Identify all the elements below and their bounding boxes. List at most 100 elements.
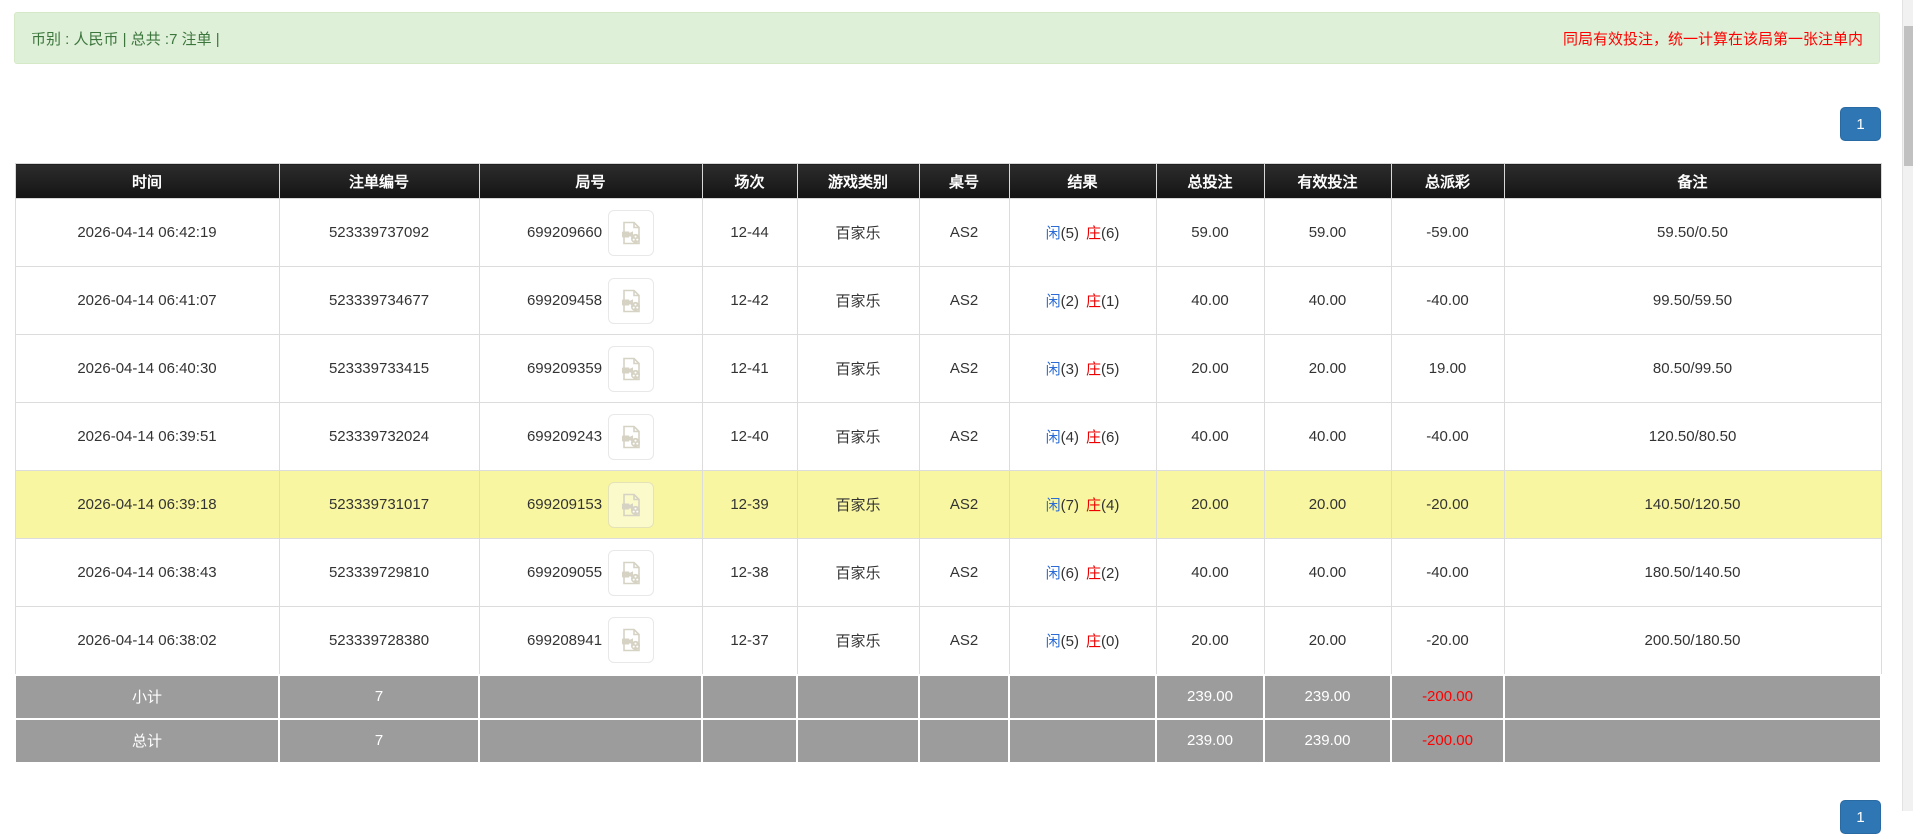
bet-time: 2026-04-14 06:40:30 (14, 334, 280, 403)
result-cell: 闲(5) 庄(6) (1008, 198, 1157, 267)
col-header-payout: 总派彩 (1390, 163, 1505, 199)
result-player-label: 闲 (1045, 225, 1061, 242)
bet-record-row: 2026-04-14 06:41:07 523339734677 6992094… (14, 266, 1882, 335)
round-id-cell: 699209660 (478, 198, 703, 267)
table-number: AS2 (918, 402, 1010, 471)
bet-time: 2026-04-14 06:38:02 (14, 606, 280, 675)
session-number: 12-44 (701, 198, 798, 267)
result-cell: 闲(7) 庄(4) (1008, 470, 1157, 539)
bet-record-row: 2026-04-14 06:39:51 523339732024 6992092… (14, 402, 1882, 471)
total-valid-bet: 239.00 (1263, 717, 1392, 764)
subtotal-count: 7 (278, 673, 480, 720)
valid-bet: 40.00 (1263, 266, 1392, 335)
valid-bet: 20.00 (1263, 606, 1392, 675)
total-bet-link[interactable]: 20.00 (1155, 470, 1265, 539)
video-replay-icon (622, 628, 641, 652)
scrollbar-thumb[interactable] (1904, 26, 1913, 166)
remark: 140.50/120.50 (1503, 470, 1882, 539)
result-player-score: (2) (1060, 293, 1079, 310)
total-bet-link[interactable]: 40.00 (1155, 538, 1265, 607)
video-replay-button[interactable] (608, 481, 655, 528)
result-player-label: 闲 (1045, 565, 1061, 582)
round-id-cell: 699209359 (478, 334, 703, 403)
total-count: 7 (278, 717, 480, 764)
bet-record-row: 2026-04-14 06:38:43 523339729810 6992090… (14, 538, 1882, 607)
payout-amount: -40.00 (1390, 266, 1505, 335)
subtotal-valid-bet: 239.00 (1263, 673, 1392, 720)
round-id: 699209055 (526, 564, 603, 581)
valid-bet: 59.00 (1263, 198, 1392, 267)
table-number: AS2 (918, 538, 1010, 607)
game-type: 百家乐 (796, 334, 920, 403)
table-number: AS2 (918, 198, 1010, 267)
result-player-label: 闲 (1045, 632, 1061, 650)
video-replay-button[interactable] (608, 413, 655, 460)
result-player-score: (5) (1060, 632, 1079, 650)
table-number: AS2 (918, 266, 1010, 335)
result-player-score: (5) (1060, 225, 1079, 242)
total-payout: -200.00 (1390, 717, 1505, 764)
total-total-bet: 239.00 (1155, 717, 1265, 764)
result-cell: 闲(2) 庄(1) (1008, 266, 1157, 335)
result-cell: 闲(4) 庄(6) (1008, 402, 1157, 471)
col-header-round-id: 局号 (478, 163, 703, 199)
video-replay-button[interactable] (608, 617, 655, 664)
game-type: 百家乐 (796, 606, 920, 675)
subtotal-payout: -200.00 (1390, 673, 1505, 720)
result-banker-label: 庄 (1086, 361, 1102, 378)
result-banker-label: 庄 (1086, 225, 1102, 242)
payout-amount: -40.00 (1390, 538, 1505, 607)
bet-record-row: 2026-04-14 06:42:19 523339737092 6992096… (14, 198, 1882, 267)
currency-summary-text: 币别 : 人民币 | 总共 :7 注单 | (31, 30, 220, 48)
payout-amount: 19.00 (1390, 334, 1505, 403)
round-id: 699209660 (526, 224, 603, 241)
video-replay-button[interactable] (608, 209, 655, 256)
total-bet-link[interactable]: 20.00 (1155, 334, 1265, 403)
video-replay-button[interactable] (608, 549, 655, 596)
bet-record-row: 2026-04-14 06:40:30 523339733415 6992093… (14, 334, 1882, 403)
subtotal-label: 小计 (14, 673, 280, 720)
total-bet-link[interactable]: 20.00 (1155, 606, 1265, 675)
total-bet-link[interactable]: 40.00 (1155, 266, 1265, 335)
round-id: 699208941 (526, 631, 603, 649)
remark: 180.50/140.50 (1503, 538, 1882, 607)
video-replay-icon (622, 221, 641, 244)
pagination-page-1-bottom[interactable]: 1 (1840, 800, 1881, 834)
table-number: AS2 (918, 334, 1010, 403)
pagination-page-1-top[interactable]: 1 (1840, 107, 1881, 141)
result-banker-score: (6) (1101, 225, 1120, 242)
round-id-cell: 699208941 (478, 606, 703, 675)
session-number: 12-39 (701, 470, 798, 539)
subtotal-row: 小计 7 239.00 239.00 -200.00 (14, 673, 1882, 720)
bet-id: 523339729810 (278, 538, 480, 607)
video-replay-icon (622, 357, 641, 380)
video-replay-button[interactable] (608, 277, 655, 324)
bet-table-body: 2026-04-14 06:42:19 523339737092 6992096… (14, 198, 1882, 675)
bet-time: 2026-04-14 06:38:43 (14, 538, 280, 607)
remark: 80.50/99.50 (1503, 334, 1882, 403)
vertical-scrollbar[interactable] (1902, 0, 1913, 811)
bet-records-table: 时间 注单编号 局号 场次 游戏类别 桌号 结果 总投注 有效投注 总派彩 备注… (14, 163, 1882, 764)
valid-bet: 20.00 (1263, 470, 1392, 539)
video-replay-icon (622, 289, 641, 312)
table-header-row: 时间 注单编号 局号 场次 游戏类别 桌号 结果 总投注 有效投注 总派彩 备注 (14, 163, 1882, 199)
result-banker-score: (0) (1101, 632, 1120, 650)
subtotal-total-bet: 239.00 (1155, 673, 1265, 720)
result-banker-label: 庄 (1086, 293, 1102, 310)
total-row: 总计 7 239.00 239.00 -200.00 (14, 717, 1882, 764)
col-header-time: 时间 (14, 163, 280, 199)
result-player-label: 闲 (1045, 429, 1061, 446)
bet-time: 2026-04-14 06:42:19 (14, 198, 280, 267)
table-number: AS2 (918, 606, 1010, 675)
bet-id: 523339733415 (278, 334, 480, 403)
remark: 120.50/80.50 (1503, 402, 1882, 471)
video-replay-button[interactable] (608, 345, 655, 392)
payout-amount: -20.00 (1390, 606, 1505, 675)
bet-id: 523339731017 (278, 470, 480, 539)
video-replay-icon (622, 561, 641, 584)
total-bet-link[interactable]: 59.00 (1155, 198, 1265, 267)
result-player-score: (7) (1060, 497, 1079, 514)
total-bet-link[interactable]: 40.00 (1155, 402, 1265, 471)
round-id-cell: 699209458 (478, 266, 703, 335)
game-type: 百家乐 (796, 198, 920, 267)
